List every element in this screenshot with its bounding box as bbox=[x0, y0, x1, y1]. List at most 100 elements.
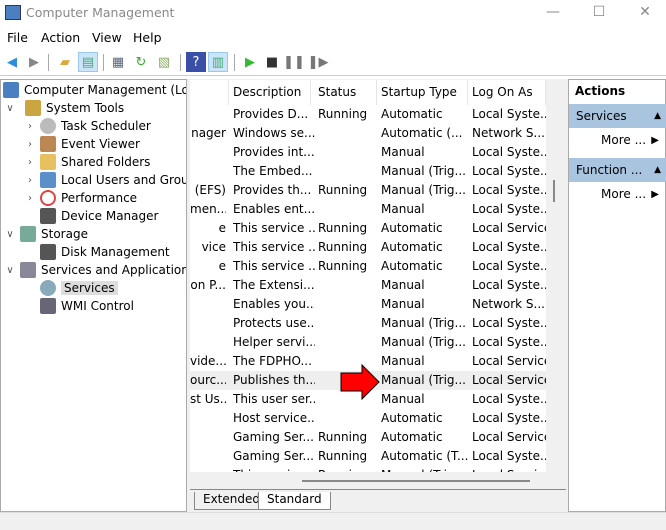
cell-name: ourc... bbox=[190, 373, 226, 387]
menu-action[interactable]: Action bbox=[41, 30, 80, 45]
table-row[interactable]: Provides D... Running Automatic Local Syste… bbox=[190, 105, 546, 124]
menu-file[interactable]: File bbox=[7, 30, 28, 45]
cell-name: nager bbox=[191, 126, 226, 140]
column-header-name[interactable] bbox=[190, 80, 229, 105]
storage-icon bbox=[20, 226, 36, 242]
cell-startup-type: Automatic bbox=[381, 107, 443, 121]
refresh-icon[interactable]: ↻ bbox=[131, 52, 151, 72]
wmi-icon bbox=[40, 298, 56, 314]
chevron-right-icon[interactable]: › bbox=[23, 139, 37, 150]
table-row[interactable]: Gaming Ser... Running Automatic (T... Local… bbox=[190, 447, 546, 466]
up-folder-icon[interactable]: ▰ bbox=[55, 52, 75, 72]
close-button[interactable]: ✕ bbox=[622, 0, 666, 26]
table-row[interactable]: e This service ... Running Automatic Local S… bbox=[190, 257, 546, 276]
menu-help[interactable]: Help bbox=[133, 30, 162, 45]
chevron-right-icon[interactable]: › bbox=[23, 175, 37, 186]
cell-startup-type: Automatic bbox=[381, 411, 443, 425]
stop-service-icon[interactable]: ■ bbox=[262, 52, 282, 72]
cell-log-on-as: Local Syste... bbox=[472, 392, 546, 406]
cell-startup-type: Manual (Trig... bbox=[381, 183, 466, 197]
tree-item-local-users-groups[interactable]: ›Local Users and Groups bbox=[23, 171, 186, 189]
restart-service-icon[interactable]: ❚▶ bbox=[308, 52, 329, 72]
tree-item-services[interactable]: Services bbox=[40, 279, 118, 297]
chevron-down-icon[interactable]: ∨ bbox=[3, 229, 17, 240]
tree-item-computer-management[interactable]: Computer Management (Local bbox=[3, 81, 186, 99]
chevron-right-icon[interactable]: › bbox=[23, 157, 37, 168]
show-hide-tree-icon[interactable]: ▤ bbox=[78, 52, 98, 72]
cell-log-on-as: Local Service bbox=[472, 430, 546, 444]
chevron-down-icon[interactable]: ∨ bbox=[3, 265, 17, 276]
cell-log-on-as: Local Syste... bbox=[472, 145, 546, 159]
users-icon bbox=[40, 172, 56, 188]
tree-item-task-scheduler[interactable]: › Task Scheduler bbox=[23, 117, 151, 135]
cell-log-on-as: Local Syste... bbox=[472, 107, 546, 121]
tree-item-device-manager[interactable]: Device Manager bbox=[40, 207, 158, 225]
horizontal-scroll-thumb[interactable] bbox=[302, 480, 530, 482]
table-row[interactable]: on P... The Extensi... Manual Local Syste..… bbox=[190, 276, 546, 295]
properties-icon[interactable]: ▦ bbox=[108, 52, 128, 72]
vertical-scrollbar[interactable] bbox=[546, 80, 563, 472]
tree-item-event-viewer[interactable]: › Event Viewer bbox=[23, 135, 140, 153]
column-header-startup-type[interactable]: Startup Type bbox=[377, 80, 468, 105]
app-icon bbox=[5, 5, 21, 20]
export-list-icon[interactable]: ▧ bbox=[154, 52, 174, 72]
menu-bar: File Action View Help bbox=[0, 27, 666, 49]
table-row[interactable]: men... Enables ent... Manual Local Syste... bbox=[190, 200, 546, 219]
table-row[interactable]: Provides int... Manual Local Syste... bbox=[190, 143, 546, 162]
actions-section-function[interactable]: Function ... ▲ bbox=[569, 158, 666, 182]
table-row[interactable]: nager Windows se... Automatic (... Network … bbox=[190, 124, 546, 143]
cell-name: e bbox=[218, 221, 226, 235]
table-row[interactable]: Gaming Ser... Running Automatic Local Servi… bbox=[190, 428, 546, 447]
vertical-scroll-thumb[interactable] bbox=[553, 180, 555, 202]
menu-view[interactable]: View bbox=[92, 30, 122, 45]
actions-section-services[interactable]: Services ▲ bbox=[569, 104, 666, 128]
forward-icon[interactable]: ▶ bbox=[24, 52, 44, 72]
column-header-status[interactable]: Status bbox=[314, 80, 377, 105]
minimize-button[interactable]: — bbox=[530, 0, 576, 26]
cell-name: vide... bbox=[190, 354, 226, 368]
back-icon[interactable]: ◀ bbox=[2, 52, 22, 72]
collapse-up-icon[interactable]: ▲ bbox=[654, 158, 661, 182]
tree-item-services-applications[interactable]: ∨ Services and Applications bbox=[3, 261, 186, 279]
table-row[interactable]: Host service... Automatic Local Syste... bbox=[190, 409, 546, 428]
tree-item-storage[interactable]: ∨ Storage bbox=[3, 225, 88, 243]
show-action-pane-icon[interactable]: ▥ bbox=[208, 52, 228, 72]
maximize-button[interactable]: ☐ bbox=[576, 0, 622, 26]
actions-pane: Actions Services ▲ More ... ▶ Function ..… bbox=[568, 79, 666, 512]
tab-standard[interactable]: Standard bbox=[258, 492, 331, 510]
table-row[interactable]: vice This service ... Running Automatic Loca… bbox=[190, 238, 546, 257]
disk-icon bbox=[40, 244, 56, 260]
tree-item-system-tools[interactable]: ∨ System Tools bbox=[3, 99, 124, 117]
device-manager-icon bbox=[40, 208, 56, 224]
tree-item-disk-management[interactable]: Disk Management bbox=[40, 243, 170, 261]
cell-description: The Extensi... bbox=[233, 278, 315, 292]
cell-description: Gaming Ser... bbox=[233, 449, 314, 463]
table-row[interactable]: Protects use... Manual (Trig... Local Syst… bbox=[190, 314, 546, 333]
collapse-up-icon[interactable]: ▲ bbox=[654, 104, 661, 128]
cell-status: Running bbox=[318, 449, 368, 463]
chevron-right-icon[interactable]: › bbox=[23, 121, 37, 132]
table-row[interactable]: Enables you... Manual Network S... bbox=[190, 295, 546, 314]
action-more[interactable]: More ... bbox=[601, 133, 646, 147]
table-row[interactable]: Helper servi... Manual (Trig... Local Syst… bbox=[190, 333, 546, 352]
cell-log-on-as: Local Syste... bbox=[472, 240, 546, 254]
cell-log-on-as: Local Service bbox=[472, 373, 546, 387]
chevron-down-icon[interactable]: ∨ bbox=[3, 103, 17, 114]
help-icon[interactable]: ? bbox=[186, 52, 206, 72]
column-header-description[interactable]: Description bbox=[229, 80, 311, 105]
tree-item-shared-folders[interactable]: › Shared Folders bbox=[23, 153, 150, 171]
pause-service-icon[interactable]: ❚❚ bbox=[283, 52, 305, 72]
table-row[interactable]: (EFS) Provides th... Running Manual (Trig..… bbox=[190, 181, 546, 200]
action-more[interactable]: More ... bbox=[601, 187, 646, 201]
toolbar: ◀ ▶ ▰ ▤ ▦ ↻ ▧ ? ▥ ▶ ■ ❚❚ ❚▶ bbox=[0, 49, 666, 76]
cell-log-on-as: Network S... bbox=[472, 126, 545, 140]
column-header-log-on-as[interactable]: Log On As bbox=[468, 80, 546, 105]
table-row[interactable]: The Embed... Manual (Trig... Local Syste..… bbox=[190, 162, 546, 181]
start-service-icon[interactable]: ▶ bbox=[240, 52, 260, 72]
cell-description: Enables ent... bbox=[233, 202, 315, 216]
chevron-right-icon[interactable]: › bbox=[23, 193, 37, 204]
tree-item-wmi-control[interactable]: WMI Control bbox=[40, 297, 134, 315]
cell-description: Provides D... bbox=[233, 107, 309, 121]
table-row[interactable]: e This service ... Running Automatic Local S… bbox=[190, 219, 546, 238]
tree-item-performance[interactable]: › Performance bbox=[23, 189, 137, 207]
